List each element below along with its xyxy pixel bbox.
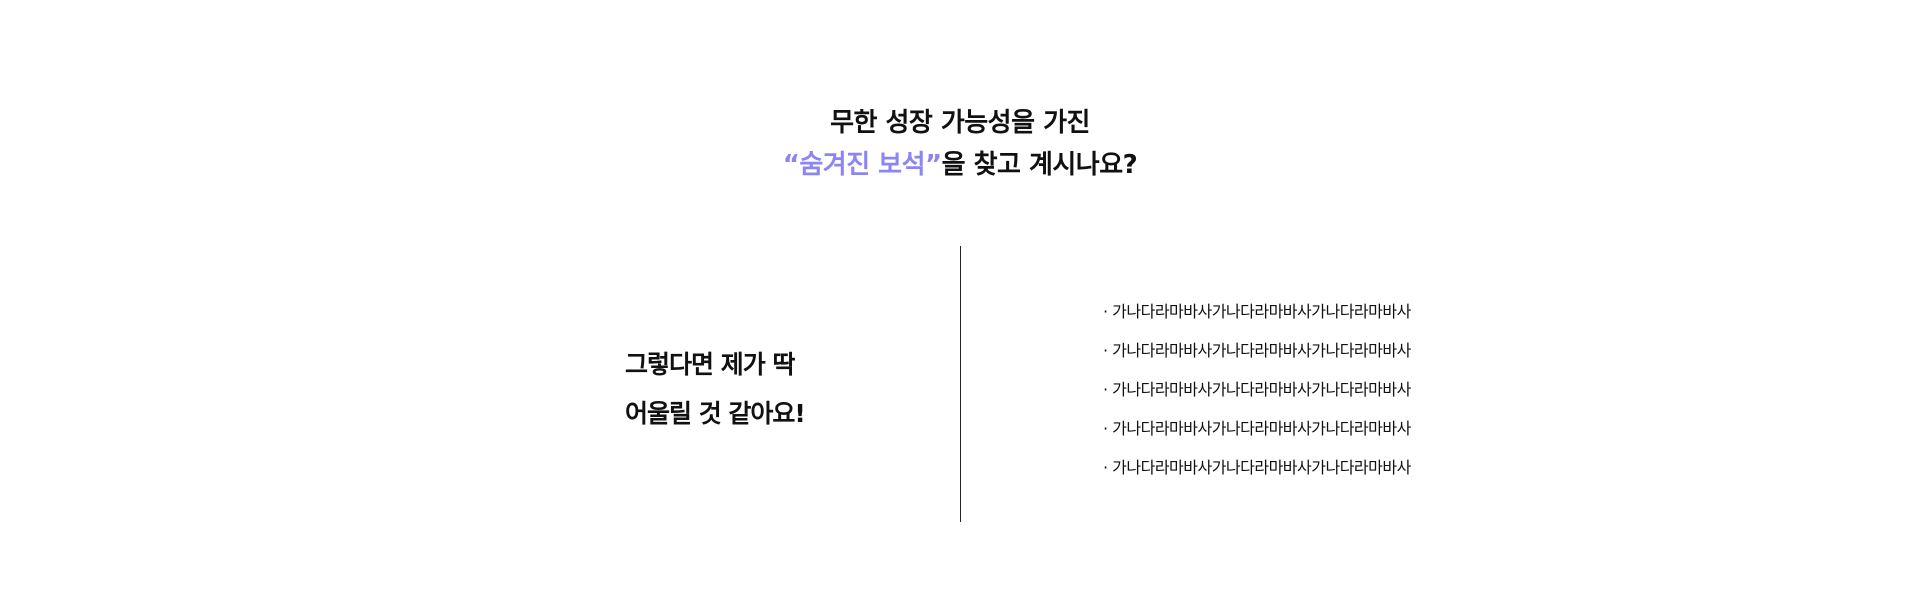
list-item: 가나다라마바사가나다라마바사가나다라마바사 [1103, 409, 1411, 448]
list-item: 가나다라마바사가나다라마바사가나다라마바사 [1103, 331, 1411, 370]
vertical-divider [960, 246, 961, 522]
heading-line-2-rest: 을 찾고 계시나요? [941, 150, 1138, 180]
intro-line-1: 그렇다면 제가 딱 [625, 350, 795, 379]
intro-line-2: 어울릴 것 같아요! [625, 399, 806, 428]
heading-line-2: “숨겨진 보석”을 찾고 계시나요? [0, 144, 1920, 186]
list-item: 가나다라마바사가나다라마바사가나다라마바사 [1103, 292, 1411, 331]
list-item: 가나다라마바사가나다라마바사가나다라마바사 [1103, 370, 1411, 409]
intro-text: 그렇다면 제가 딱 어울릴 것 같아요! [625, 340, 806, 438]
feature-list: 가나다라마바사가나다라마바사가나다라마바사 가나다라마바사가나다라마바사가나다라… [1103, 292, 1411, 487]
heading-line-1: 무한 성장 가능성을 가진 [830, 108, 1090, 138]
list-item: 가나다라마바사가나다라마바사가나다라마바사 [1103, 448, 1411, 487]
heading-highlight: “숨겨진 보석” [782, 150, 942, 180]
section-heading: 무한 성장 가능성을 가진 “숨겨진 보석”을 찾고 계시나요? [0, 102, 1920, 186]
